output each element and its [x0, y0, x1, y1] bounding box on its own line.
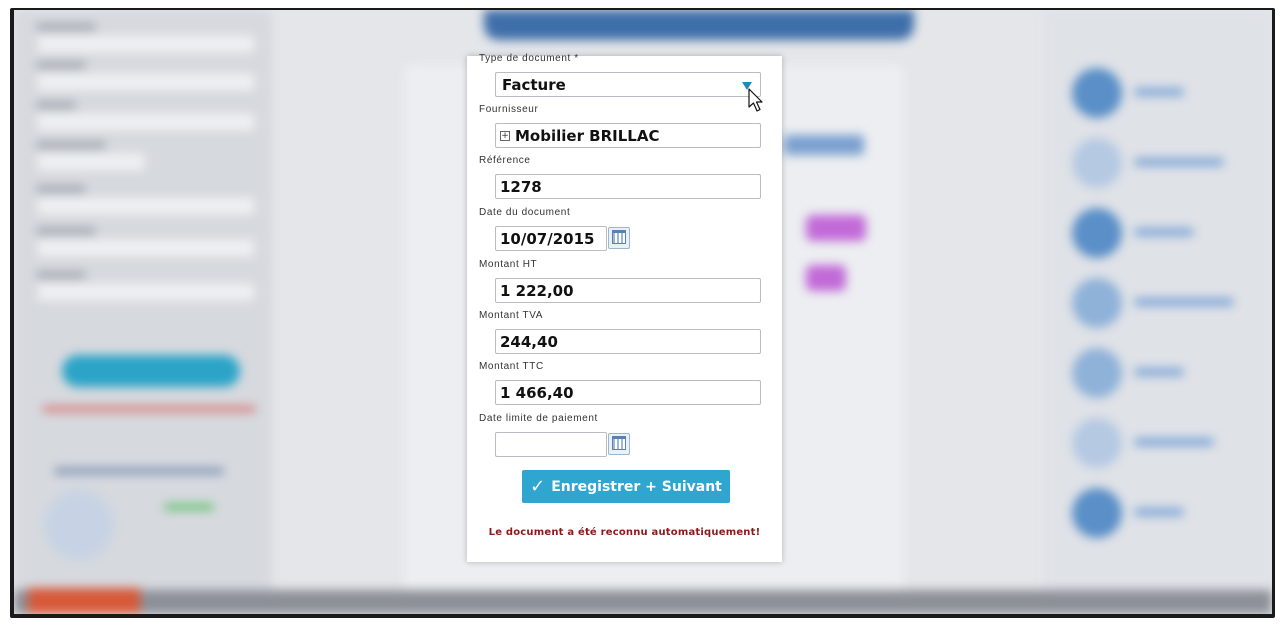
due-date-input[interactable]	[495, 432, 607, 457]
bg-icon	[1072, 138, 1122, 188]
document-date-value: 10/07/2015	[500, 229, 595, 248]
amount-ht-value: 1 222,00	[500, 281, 574, 300]
document-form-modal: Type de document * Facture Fournisseur +…	[467, 53, 782, 562]
bg-right-panel	[1044, 10, 1272, 614]
bg-field	[36, 282, 256, 302]
bg-label	[54, 468, 224, 474]
bg-field	[36, 238, 256, 258]
bg-label	[164, 504, 214, 510]
supplier-value: Mobilier BRILLAC	[515, 126, 660, 145]
bg-label	[36, 272, 86, 278]
bg-taskbar	[14, 590, 1272, 614]
bg-tag	[806, 215, 866, 241]
reference-input[interactable]: 1278	[495, 174, 761, 199]
bg-label	[1134, 438, 1214, 446]
document-date-label: Date du document	[479, 207, 571, 218]
reference-label: Référence	[479, 155, 531, 166]
document-date-input[interactable]: 10/07/2015	[495, 226, 607, 251]
bg-button	[62, 355, 240, 387]
bg-field	[36, 72, 256, 92]
supplier-label: Fournisseur	[479, 104, 539, 115]
bg-label	[1134, 88, 1184, 96]
amount-ttc-input[interactable]: 1 466,40	[495, 380, 761, 405]
amount-ttc-label: Montant TTC	[479, 361, 544, 372]
bg-icon	[1072, 278, 1122, 328]
bg-field	[36, 152, 146, 172]
bg-label	[36, 102, 76, 108]
bg-label	[36, 186, 86, 192]
bg-label	[36, 24, 96, 30]
bg-icon	[1072, 418, 1122, 468]
amount-ttc-value: 1 466,40	[500, 383, 574, 402]
bg-icon	[1072, 68, 1122, 118]
bg-label	[1134, 298, 1234, 306]
amount-ht-input[interactable]: 1 222,00	[495, 278, 761, 303]
bg-label	[36, 228, 96, 234]
bg-label	[784, 135, 864, 155]
bg-label	[1134, 368, 1184, 376]
mouse-pointer-icon	[748, 88, 763, 112]
calendar-icon[interactable]	[608, 227, 630, 249]
bg-label	[36, 62, 86, 68]
supplier-field[interactable]: + Mobilier BRILLAC	[495, 123, 761, 148]
bg-field	[36, 112, 256, 132]
amount-tva-input[interactable]: 244,40	[495, 329, 761, 354]
status-message: Le document a été reconnu automatiquemen…	[488, 527, 761, 538]
document-type-value: Facture	[502, 75, 566, 94]
bg-icon	[1072, 348, 1122, 398]
save-next-label: Enregistrer + Suivant	[551, 478, 722, 495]
bg-taskbar-button	[28, 588, 140, 614]
amount-tva-label: Montant TVA	[479, 310, 544, 321]
amount-ht-label: Montant HT	[479, 259, 538, 270]
bg-icon	[1072, 208, 1122, 258]
plus-box-icon[interactable]: +	[500, 130, 510, 141]
check-icon: ✓	[530, 476, 546, 497]
bg-field	[36, 34, 256, 54]
bg-chart	[44, 490, 114, 560]
bg-label	[36, 142, 106, 148]
bg-tag	[806, 265, 846, 291]
bg-icon	[1072, 488, 1122, 538]
bg-left-panel	[14, 10, 272, 614]
bg-header-logo	[484, 10, 914, 40]
bg-field	[36, 196, 256, 216]
calendar-icon[interactable]	[608, 433, 630, 455]
bg-warning-text	[42, 406, 256, 412]
due-date-label: Date limite de paiement	[479, 413, 598, 424]
amount-tva-value: 244,40	[500, 332, 558, 351]
document-type-select[interactable]: Facture	[495, 72, 761, 97]
document-type-label: Type de document *	[479, 53, 579, 64]
save-next-button[interactable]: ✓ Enregistrer + Suivant	[522, 470, 730, 503]
reference-value: 1278	[500, 177, 542, 196]
bg-label	[1134, 228, 1194, 236]
bg-label	[1134, 158, 1224, 166]
bg-label	[1134, 508, 1184, 516]
